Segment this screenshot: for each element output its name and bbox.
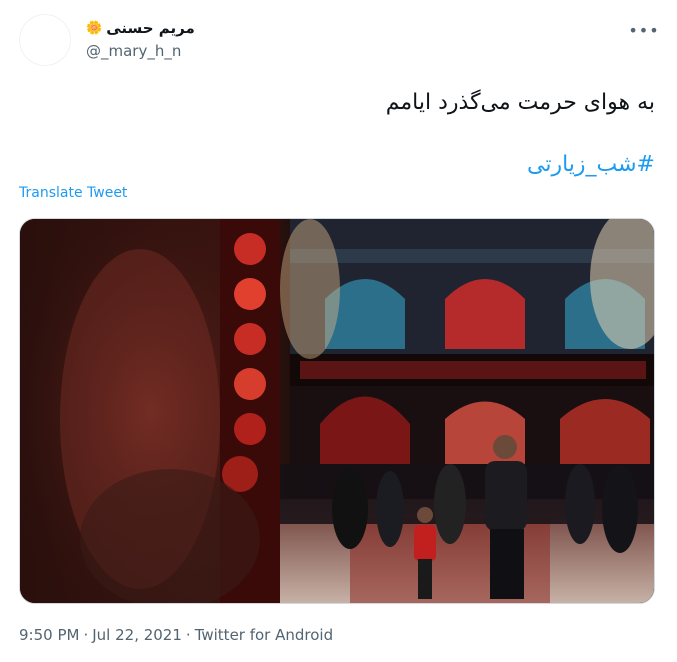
- author-display-name[interactable]: مریم حسنی: [106, 19, 195, 37]
- more-icon[interactable]: •••: [628, 18, 658, 42]
- translate-tweet-link[interactable]: Translate Tweet: [19, 185, 127, 201]
- tweet-source[interactable]: Twitter for Android: [195, 626, 333, 644]
- avatar[interactable]: [19, 14, 71, 66]
- tweet-date[interactable]: Jul 22, 2021: [92, 626, 182, 644]
- tweet-time[interactable]: 9:50 PM: [19, 626, 79, 644]
- meta-separator: ·: [185, 626, 191, 644]
- tweet-photo[interactable]: [19, 218, 655, 604]
- meta-separator: ·: [83, 626, 89, 644]
- hashtag-link[interactable]: #شب_زیارتی: [527, 150, 655, 180]
- tweet-text: به هوای حرمت می‌گذرد ایامم: [385, 90, 655, 115]
- flower-emoji-icon: 🌼: [86, 20, 103, 36]
- author-name-row[interactable]: مریم حسنی 🌼: [86, 16, 195, 40]
- shrine-photo-illustration: [20, 219, 654, 603]
- author-handle[interactable]: @_mary_h_n: [86, 42, 181, 60]
- tweet-meta: 9:50 PM · Jul 22, 2021 · Twitter for And…: [19, 626, 333, 644]
